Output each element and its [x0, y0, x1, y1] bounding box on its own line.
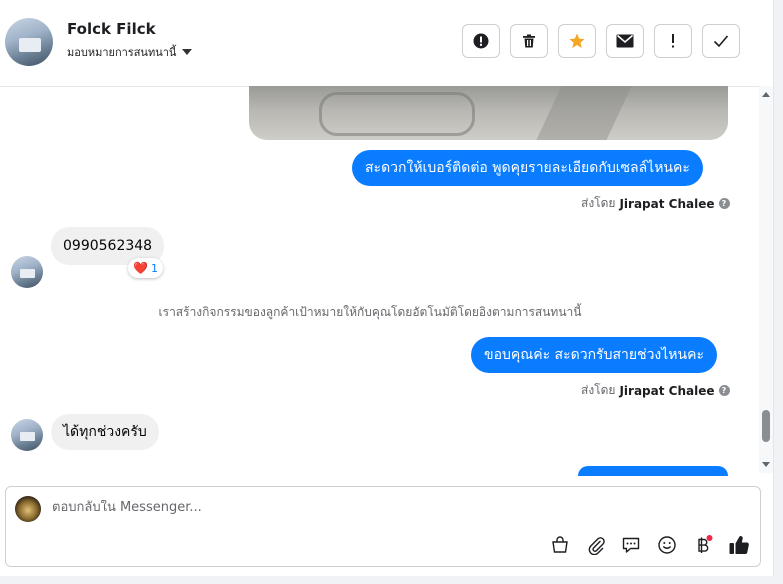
- scroll-down-arrow-icon[interactable]: [762, 462, 770, 467]
- reaction-count: 1: [150, 261, 158, 275]
- caret-down-icon: [182, 49, 193, 55]
- mark-done-button[interactable]: [702, 24, 740, 58]
- outgoing-message-partial[interactable]: [578, 466, 728, 476]
- mark-unread-button[interactable]: [606, 24, 644, 58]
- thread-scrollbar[interactable]: [759, 86, 773, 473]
- sent-by-label: ส่งโดย Jirapat Chalee ?: [581, 381, 730, 400]
- star-icon: [569, 33, 585, 48]
- system-activity-note: เราสร้างกิจกรรมของลูกค้าเป้าหมายให้กับคุ…: [158, 305, 582, 319]
- delete-button[interactable]: [510, 24, 548, 58]
- shop-button[interactable]: [549, 534, 571, 556]
- star-button[interactable]: [558, 24, 596, 58]
- envelope-icon: [616, 34, 634, 48]
- assign-label: มอบหมายการสนทนานี้: [67, 46, 177, 59]
- thumbs-up-icon: [729, 536, 749, 555]
- scroll-thumb[interactable]: [762, 410, 770, 442]
- outgoing-message[interactable]: สะดวกให้เบอร์ติดต่อ พูดคุยรายละเอียดกับเ…: [352, 150, 703, 186]
- help-icon[interactable]: ?: [718, 385, 730, 396]
- contact-name[interactable]: Folck Filck: [67, 20, 156, 38]
- shopping-bag-icon: [552, 536, 568, 553]
- sent-by-name: Jirapat Chalee: [619, 383, 715, 398]
- report-spam-button[interactable]: [462, 24, 500, 58]
- alert-circle-icon: [473, 33, 489, 49]
- chat-bubble-icon: [622, 537, 640, 553]
- message-reaction[interactable]: ❤️ 1: [128, 258, 163, 278]
- scroll-up-arrow-icon[interactable]: [762, 92, 770, 97]
- emoji-button[interactable]: [656, 534, 678, 556]
- page-avatar: [15, 496, 41, 522]
- paperclip-icon: [588, 537, 605, 555]
- sent-by-prefix: ส่งโดย: [581, 196, 616, 210]
- reply-composer: [5, 486, 761, 567]
- send-like-button[interactable]: [728, 534, 750, 556]
- baht-icon: [698, 535, 713, 553]
- saved-replies-button[interactable]: [620, 534, 642, 556]
- assign-conversation-dropdown[interactable]: มอบหมายการสนทนานี้: [67, 43, 193, 61]
- conversation-header: Folck Filck มอบหมายการสนทนานี้: [0, 0, 773, 87]
- contact-avatar-small[interactable]: [11, 256, 43, 288]
- follow-up-button[interactable]: [654, 24, 692, 58]
- trash-icon: [523, 34, 535, 48]
- contact-avatar[interactable]: [5, 18, 53, 66]
- checkmark-icon: [713, 35, 729, 48]
- help-icon[interactable]: ?: [718, 198, 730, 209]
- incoming-message[interactable]: ได้ทุกช่วงครับ: [51, 414, 159, 450]
- attach-file-button[interactable]: [585, 534, 607, 556]
- heart-icon: ❤️: [133, 261, 148, 275]
- window-edge: [773, 0, 783, 584]
- sent-by-label: ส่งโดย Jirapat Chalee ?: [581, 194, 730, 213]
- payment-button[interactable]: [692, 534, 714, 556]
- sent-by-prefix: ส่งโดย: [581, 383, 616, 397]
- exclamation-icon: [672, 34, 674, 48]
- contact-avatar-small[interactable]: [11, 419, 43, 451]
- smiley-icon: [658, 536, 676, 554]
- shared-photo-attachment[interactable]: [249, 86, 728, 140]
- outgoing-message[interactable]: ขอบคุณค่ะ สะดวกรับสายช่วงไหนคะ: [471, 337, 717, 373]
- sent-by-name: Jirapat Chalee: [619, 196, 715, 211]
- bottom-edge: [0, 576, 783, 584]
- reply-input[interactable]: [52, 500, 552, 515]
